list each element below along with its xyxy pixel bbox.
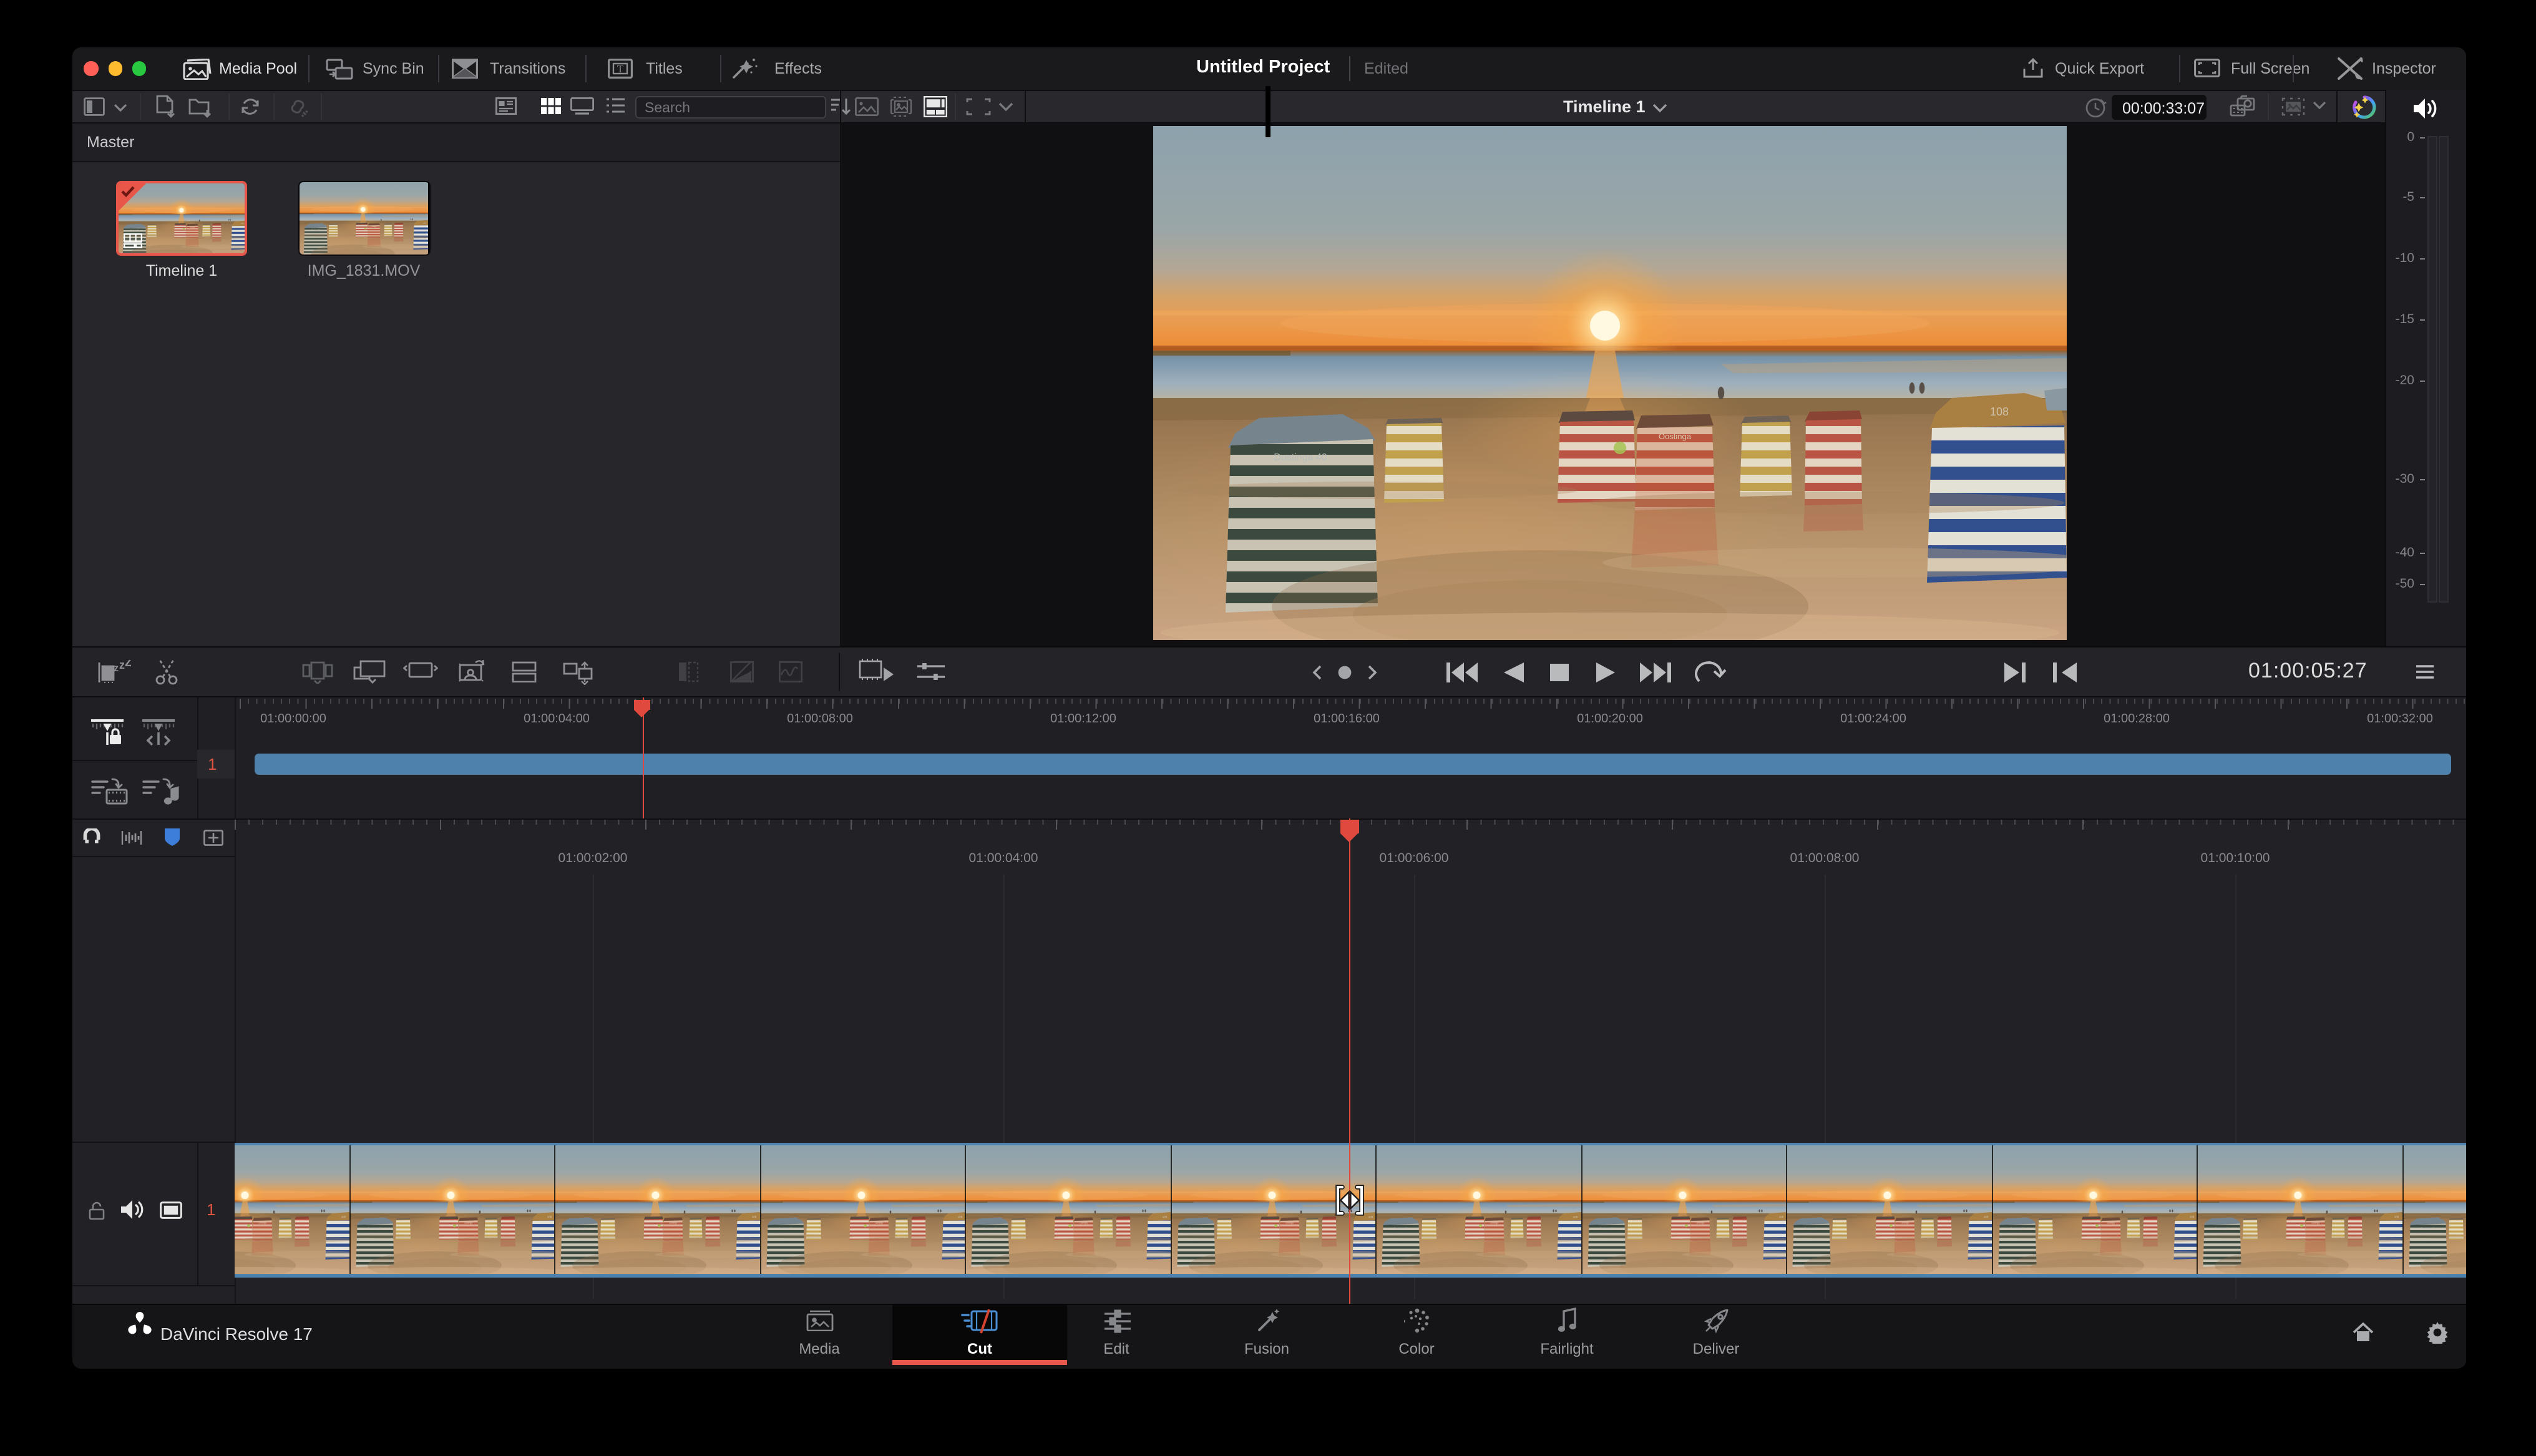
- svg-text:z: z: [113, 662, 118, 673]
- svg-text:T: T: [617, 62, 624, 74]
- svg-text:z: z: [119, 659, 124, 671]
- svg-text:Z: Z: [124, 659, 130, 669]
